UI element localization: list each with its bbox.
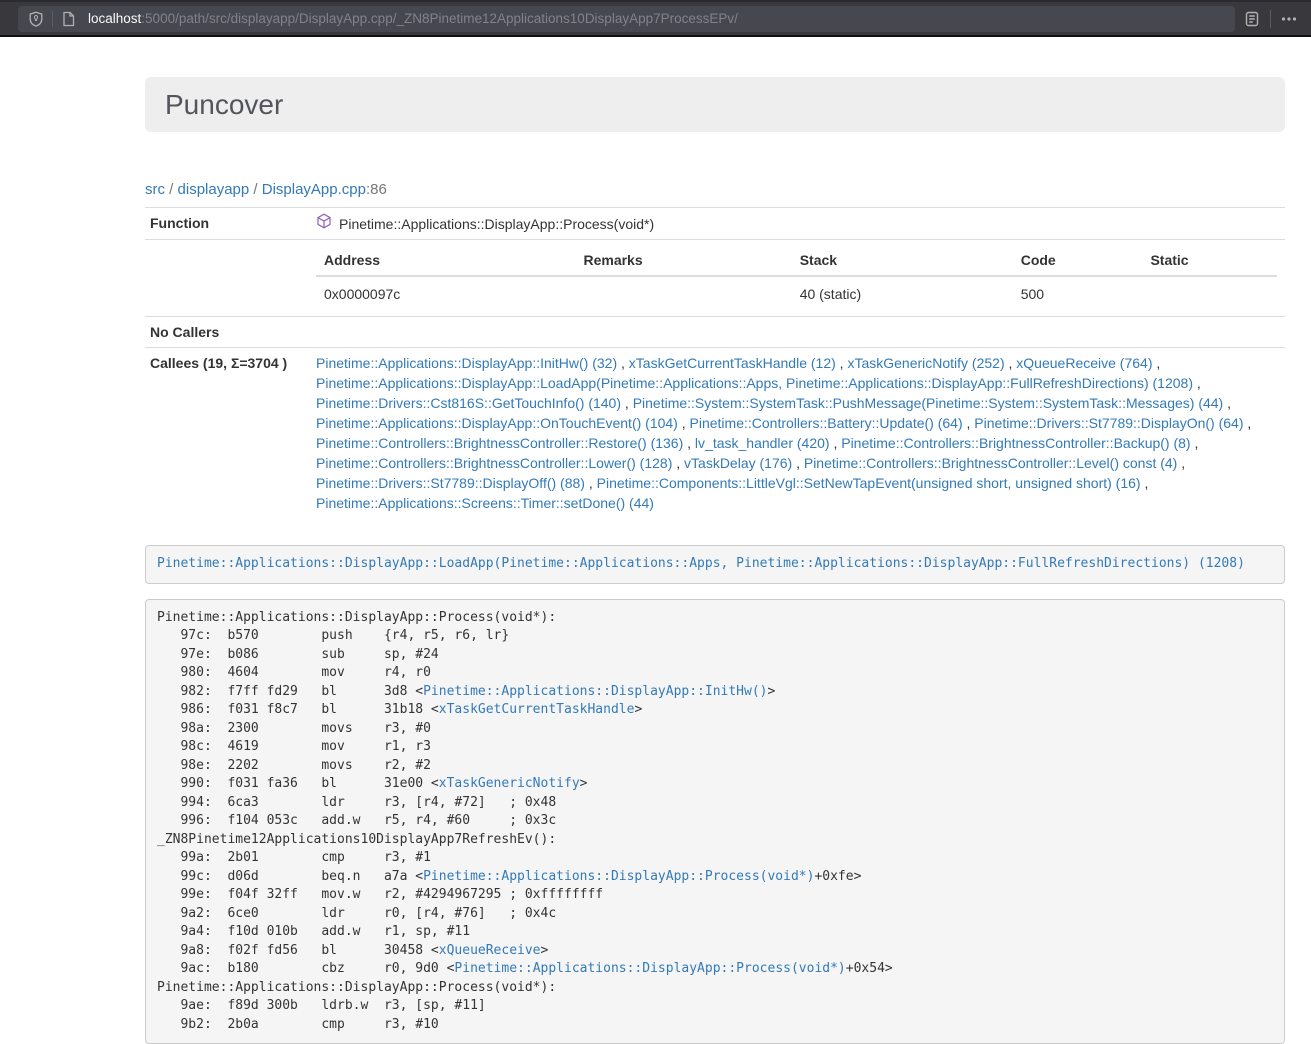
breadcrumb-link[interactable]: displayapp bbox=[178, 181, 250, 198]
breadcrumb-link[interactable]: src bbox=[145, 181, 165, 198]
callee-link[interactable]: Pinetime::Drivers::Cst816S::GetTouchInfo… bbox=[316, 395, 621, 411]
callers-row: No Callers bbox=[145, 317, 1285, 348]
table-row: 0x0000097c 40 (static)500 bbox=[316, 276, 1277, 311]
function-label: Function bbox=[145, 208, 308, 240]
page-title: Puncover bbox=[165, 90, 1265, 119]
urlbar-divider bbox=[52, 11, 53, 27]
callee-link[interactable]: xTaskGenericNotify (252) bbox=[847, 355, 1004, 371]
asm-symbol-link[interactable]: Pinetime::Applications::DisplayApp::Init… bbox=[423, 684, 767, 699]
column-header: Remarks bbox=[575, 245, 791, 276]
url-text: localhost:5000/path/src/displayapp/Displ… bbox=[88, 11, 738, 26]
url-bar[interactable]: localhost:5000/path/src/displayapp/Displ… bbox=[18, 6, 1235, 32]
callees-row: Callees (19, Σ=3704 ) Pinetime::Applicat… bbox=[145, 348, 1285, 519]
asm-symbol-link[interactable]: Pinetime::Applications::DisplayApp::Proc… bbox=[454, 961, 845, 976]
line-number: :86 bbox=[366, 181, 387, 198]
page-container: Puncover src / displayapp / DisplayApp.c… bbox=[130, 77, 1300, 1044]
app-title-panel: Puncover bbox=[145, 77, 1285, 132]
function-row: Function Pinetime::Applications::Display… bbox=[145, 208, 1285, 240]
breadcrumb-separator: / bbox=[165, 181, 178, 198]
callee-link[interactable]: xTaskGetCurrentTaskHandle (12) bbox=[629, 355, 836, 371]
highlighted-symbol-block: Pinetime::Applications::DisplayApp::Load… bbox=[145, 545, 1285, 584]
asm-symbol-link[interactable]: xQueueReceive bbox=[439, 943, 541, 958]
callee-link[interactable]: Pinetime::Controllers::Battery::Update()… bbox=[690, 415, 963, 431]
callee-link[interactable]: Pinetime::Applications::DisplayApp::OnTo… bbox=[316, 415, 678, 431]
asm-symbol-link[interactable]: xTaskGetCurrentTaskHandle bbox=[439, 702, 635, 717]
assembly-code-block: Pinetime::Applications::DisplayApp::Proc… bbox=[145, 599, 1285, 1044]
symbol-table: Function Pinetime::Applications::Display… bbox=[145, 207, 1285, 518]
column-header: Code bbox=[1013, 245, 1143, 276]
column-header: Stack bbox=[792, 245, 1013, 276]
callee-link[interactable]: Pinetime::Applications::Screens::Timer::… bbox=[316, 495, 654, 511]
reader-view-icon[interactable] bbox=[1243, 10, 1261, 28]
callee-link[interactable]: lv_task_handler (420) bbox=[695, 435, 830, 451]
metrics-table: AddressRemarksStackCodeStatic 0x0000097c… bbox=[316, 245, 1277, 311]
column-header: Address bbox=[316, 245, 575, 276]
asm-symbol-link[interactable]: Pinetime::Applications::DisplayApp::Proc… bbox=[423, 869, 814, 884]
metrics-header-row: AddressRemarksStackCodeStatic bbox=[316, 245, 1277, 276]
breadcrumb-link[interactable]: DisplayApp.cpp bbox=[262, 181, 366, 198]
toolbar-divider bbox=[1270, 10, 1271, 28]
asm-symbol-link[interactable]: xTaskGenericNotify bbox=[439, 776, 580, 791]
table-cell bbox=[1142, 276, 1277, 311]
function-name: Pinetime::Applications::DisplayApp::Proc… bbox=[339, 214, 654, 234]
table-cell: 500 bbox=[1013, 276, 1143, 311]
table-cell: 0x0000097c bbox=[316, 276, 575, 311]
callee-link[interactable]: Pinetime::Controllers::BrightnessControl… bbox=[841, 435, 1190, 451]
no-callers-label: No Callers bbox=[145, 317, 308, 348]
table-cell bbox=[575, 276, 791, 311]
url-hostname: localhost bbox=[88, 11, 141, 26]
callee-link[interactable]: Pinetime::System::SystemTask::PushMessag… bbox=[633, 395, 1224, 411]
url-path: :5000/path/src/displayapp/DisplayApp.cpp… bbox=[141, 11, 738, 26]
callee-link[interactable]: Pinetime::Controllers::BrightnessControl… bbox=[316, 435, 683, 451]
callee-link[interactable]: Pinetime::Controllers::BrightnessControl… bbox=[804, 455, 1177, 471]
column-header: Static bbox=[1142, 245, 1277, 276]
callee-link[interactable]: Pinetime::Drivers::St7789::DisplayOff() … bbox=[316, 475, 585, 491]
table-cell: 40 (static) bbox=[792, 276, 1013, 311]
callee-link[interactable]: Pinetime::Components::LittleVgl::SetNewT… bbox=[597, 475, 1141, 491]
browser-toolbar: localhost:5000/path/src/displayapp/Displ… bbox=[0, 0, 1311, 37]
callee-link[interactable]: Pinetime::Drivers::St7789::DisplayOn() (… bbox=[974, 415, 1243, 431]
callee-link[interactable]: Pinetime::Applications::DisplayApp::Load… bbox=[316, 375, 1193, 391]
cube-icon bbox=[316, 213, 332, 234]
callee-link[interactable]: vTaskDelay (176) bbox=[684, 455, 792, 471]
callee-link[interactable]: Pinetime::Controllers::BrightnessControl… bbox=[316, 455, 672, 471]
breadcrumb-separator: / bbox=[249, 181, 262, 198]
ellipsis-icon[interactable] bbox=[1280, 10, 1298, 28]
highlighted-symbol-link[interactable]: Pinetime::Applications::DisplayApp::Load… bbox=[157, 556, 1245, 571]
callees-label: Callees (19, Σ=3704 ) bbox=[145, 348, 308, 519]
metrics-row: AddressRemarksStackCodeStatic 0x0000097c… bbox=[145, 240, 1285, 317]
breadcrumb: src / displayapp / DisplayApp.cpp:86 bbox=[145, 181, 1285, 198]
shield-icon[interactable] bbox=[28, 11, 44, 27]
page-icon[interactable] bbox=[61, 11, 76, 27]
callee-link[interactable]: xQueueReceive (764) bbox=[1016, 355, 1152, 371]
callee-link[interactable]: Pinetime::Applications::DisplayApp::Init… bbox=[316, 355, 617, 371]
callees-list: Pinetime::Applications::DisplayApp::Init… bbox=[308, 348, 1285, 519]
